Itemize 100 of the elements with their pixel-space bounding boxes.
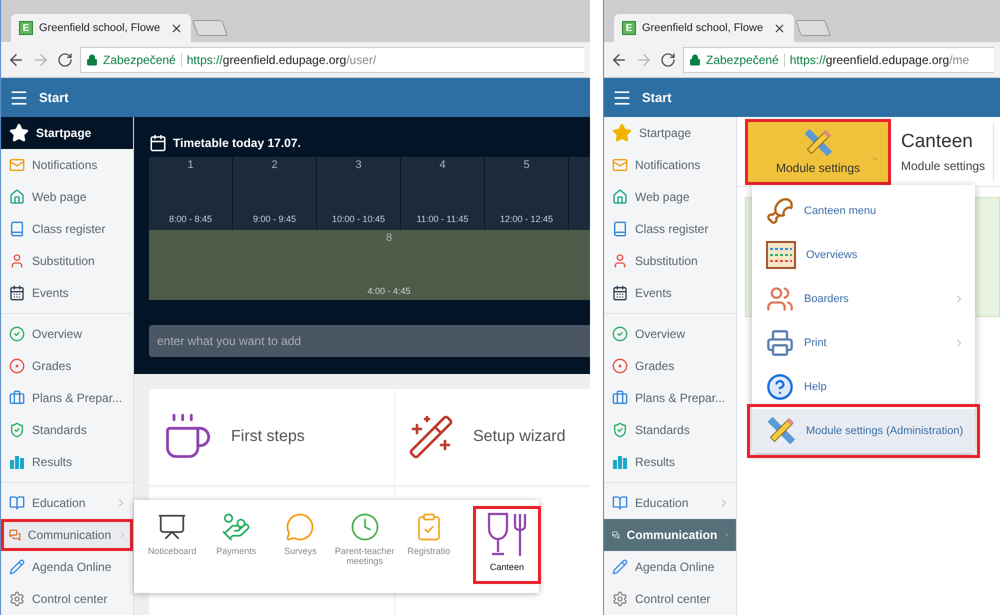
magic-wand-icon [407, 413, 455, 461]
sidebar-item[interactable]: Standards [1, 414, 133, 446]
people-icon [766, 285, 794, 313]
briefcase-icon [612, 390, 628, 406]
easel-icon [157, 512, 188, 542]
menu-item[interactable]: Print [752, 321, 975, 365]
start-card[interactable]: First steps [149, 389, 394, 485]
roast-icon [766, 197, 794, 225]
menu-item[interactable]: Boarders [752, 277, 975, 321]
sidebar-item[interactable]: Notifications [1, 149, 133, 181]
sidebar-item[interactable]: Web page [604, 181, 736, 213]
calendar-icon [149, 134, 167, 152]
lesson-cell[interactable]: 4 11:00 - 11:45 [401, 157, 485, 230]
lesson-cell[interactable]: 8 4:00 - 4:45 [149, 230, 590, 300]
sidebar-item[interactable]: Results [604, 446, 736, 478]
sidebar-item[interactable]: Grades [1, 350, 133, 382]
house-icon [9, 189, 25, 205]
start-card[interactable]: Setup wizard [395, 389, 590, 485]
clock-icon [350, 512, 380, 542]
bar-chart-icon [612, 454, 628, 470]
sidebar-item[interactable]: Control center [604, 583, 736, 615]
open-book-icon [9, 495, 25, 511]
site-favicon: E [19, 21, 33, 35]
address-bar[interactable]: Zabezpečené https://greenfield.edupage.org/me [683, 46, 994, 72]
sidebar-item[interactable]: Plans & Prepar... [604, 382, 736, 414]
lesson-cell[interactable]: 2 9:00 - 9:45 [233, 157, 317, 230]
sidebar-item[interactable]: Results [1, 446, 133, 478]
sidebar-item[interactable]: Agenda Online [1, 551, 133, 583]
money-hand-icon [221, 512, 252, 542]
envelope-icon [9, 157, 25, 173]
sidebar-item[interactable]: Startpage [604, 117, 736, 149]
sidebar-item[interactable]: Substitution [604, 245, 736, 277]
star-icon [9, 123, 29, 143]
sidebar-item[interactable]: Events [604, 277, 736, 309]
sidebar-item[interactable]: Overview [1, 318, 133, 350]
menu-item[interactable]: Canteen menu [752, 189, 975, 233]
sidebar-item[interactable]: Overview [604, 318, 736, 350]
calendar-icon [612, 285, 628, 301]
book-icon [612, 221, 628, 237]
header-title: Start [39, 90, 69, 105]
bar-chart-icon [9, 454, 25, 470]
address-bar[interactable]: Zabezpečené https://greenfield.edupage.org/user/ [80, 46, 584, 72]
close-icon[interactable] [773, 22, 786, 34]
tab-title: Greenfield school, Flowe [642, 22, 764, 34]
sidebar-item[interactable]: Grades [604, 350, 736, 382]
module-settings-button[interactable]: Module settings [745, 118, 891, 184]
open-book-icon [612, 495, 628, 511]
sidebar-item[interactable]: Agenda Online [604, 551, 736, 583]
speech-bubble-icon [285, 512, 316, 542]
sidebar-item[interactable]: Events [1, 277, 133, 309]
lesson-cell[interactable]: 1 8:00 - 8:45 [149, 157, 233, 230]
check-circle-icon [9, 326, 25, 342]
gear-icon [612, 591, 628, 607]
add-field[interactable]: enter what you want to add [149, 325, 590, 357]
book-icon [9, 221, 25, 237]
site-favicon: E [622, 21, 636, 35]
person-icon [612, 253, 628, 269]
check-circle-icon [612, 326, 628, 342]
envelope-icon [612, 157, 628, 173]
sidebar-item[interactable]: Plans & Prepar... [1, 382, 133, 414]
house-icon [612, 189, 628, 205]
sidebar-item[interactable]: Class register [604, 213, 736, 245]
sidebar-item[interactable]: Education [604, 487, 736, 519]
sidebar-item[interactable]: Substitution [1, 245, 133, 277]
sidebar-item[interactable]: Class register [1, 213, 133, 245]
pen-icon [9, 559, 25, 575]
url-text: https://greenfield.edupage.org/user/ [186, 52, 376, 66]
pen-icon [612, 559, 628, 575]
sidebar-item[interactable]: Education [1, 487, 133, 519]
url-text: https://greenfield.edupage.org/me [790, 52, 970, 66]
lock-icon [86, 54, 98, 66]
briefcase-icon [9, 390, 25, 406]
close-icon[interactable] [170, 22, 183, 34]
sidebar-item[interactable]: Communication [1, 519, 133, 551]
sidebar-item[interactable]: Control center [1, 583, 133, 615]
menu-item[interactable]: Module settings (Administration) [752, 409, 975, 453]
shield-icon [9, 422, 25, 438]
sidebar-item[interactable]: Standards [604, 414, 736, 446]
sidebar-item[interactable]: Web page [1, 181, 133, 213]
calendar-icon [9, 285, 25, 301]
sidebar-item[interactable]: Communication [604, 519, 736, 551]
menu-item[interactable]: Help [752, 365, 975, 409]
star-icon [612, 123, 632, 143]
timetable-title: Timetable today 17.07. [173, 136, 301, 150]
abacus-icon [766, 241, 796, 269]
browser-tab[interactable]: E Greenfield school, Flowe [614, 14, 794, 42]
browser-tab[interactable]: E Greenfield school, Flowe [11, 14, 191, 42]
sidebar-item[interactable]: Startpage [1, 117, 133, 149]
person-icon [9, 253, 25, 269]
reload-button[interactable] [57, 52, 73, 68]
gear-icon [9, 591, 25, 607]
security-label: Zabezpečené [706, 52, 785, 66]
lesson-cell[interactable]: 3 10:00 - 10:45 [317, 157, 401, 230]
help-icon [766, 373, 794, 401]
submenu-item[interactable]: Canteen [474, 508, 540, 582]
menu-item[interactable]: Overviews [752, 233, 975, 277]
module-subtitle: Module settings [901, 158, 986, 172]
reload-button[interactable] [660, 52, 676, 68]
lesson-cell[interactable]: 5 12:00 - 12:45 [485, 157, 569, 230]
sidebar-item[interactable]: Notifications [604, 149, 736, 181]
